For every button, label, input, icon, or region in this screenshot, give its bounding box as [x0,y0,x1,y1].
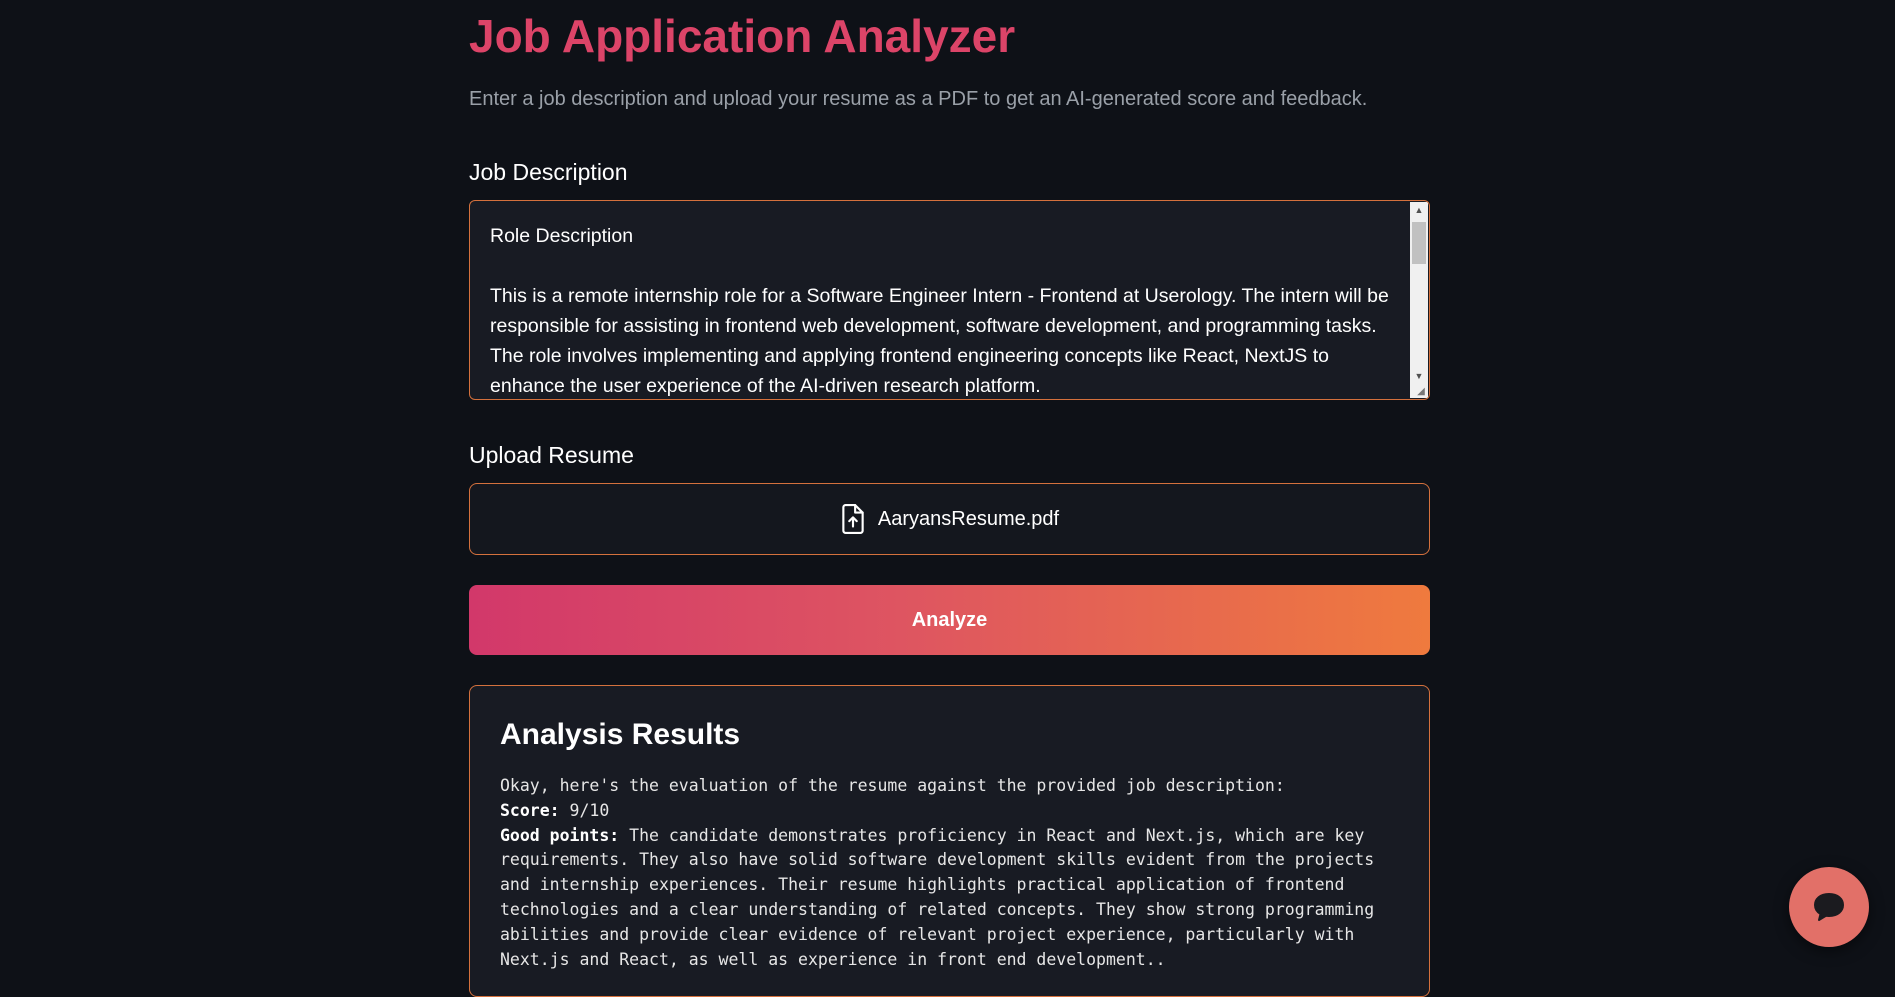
resume-upload-dropzone[interactable]: AaryansResume.pdf [469,483,1430,555]
good-points-label: Good points: [500,825,620,845]
upload-resume-label: Upload Resume [469,442,634,468]
analysis-results-panel: Analysis Results Okay, here's the evalua… [469,685,1430,997]
scrollbar-thumb[interactable] [1412,222,1426,264]
chat-bubble-icon [1814,893,1844,921]
file-upload-icon [842,504,864,534]
results-title: Analysis Results [500,718,741,751]
scroll-up-arrow-icon[interactable]: ▲ [1410,202,1428,218]
uploaded-file-name: AaryansResume.pdf [877,507,1060,530]
page-subtitle: Enter a job description and upload your … [469,88,1368,110]
analyze-button[interactable]: Analyze [469,585,1430,655]
resize-grip-icon[interactable]: ◢ [1414,386,1428,398]
textarea-scrollbar[interactable]: ▲ ▼ [1410,202,1428,398]
score-line: Score: 9/10 [500,799,1400,824]
scroll-down-arrow-icon[interactable]: ▼ [1410,368,1428,384]
score-label: Score: [500,800,560,820]
job-description-text[interactable]: Role Description This is a remote intern… [490,221,1390,399]
score-value: 9/10 [559,800,610,820]
job-description-label: Job Description [469,159,628,185]
results-body: Okay, here's the evaluation of the resum… [500,774,1400,972]
good-points-line: Good points: The candidate demonstrates … [500,824,1400,973]
chat-button[interactable] [1789,867,1869,947]
results-intro: Okay, here's the evaluation of the resum… [500,776,1285,795]
good-points-text: The candidate demonstrates proficiency i… [500,825,1385,969]
job-description-textarea[interactable]: Role Description This is a remote intern… [469,200,1430,400]
page-title: Job Application Analyzer [469,10,1016,62]
